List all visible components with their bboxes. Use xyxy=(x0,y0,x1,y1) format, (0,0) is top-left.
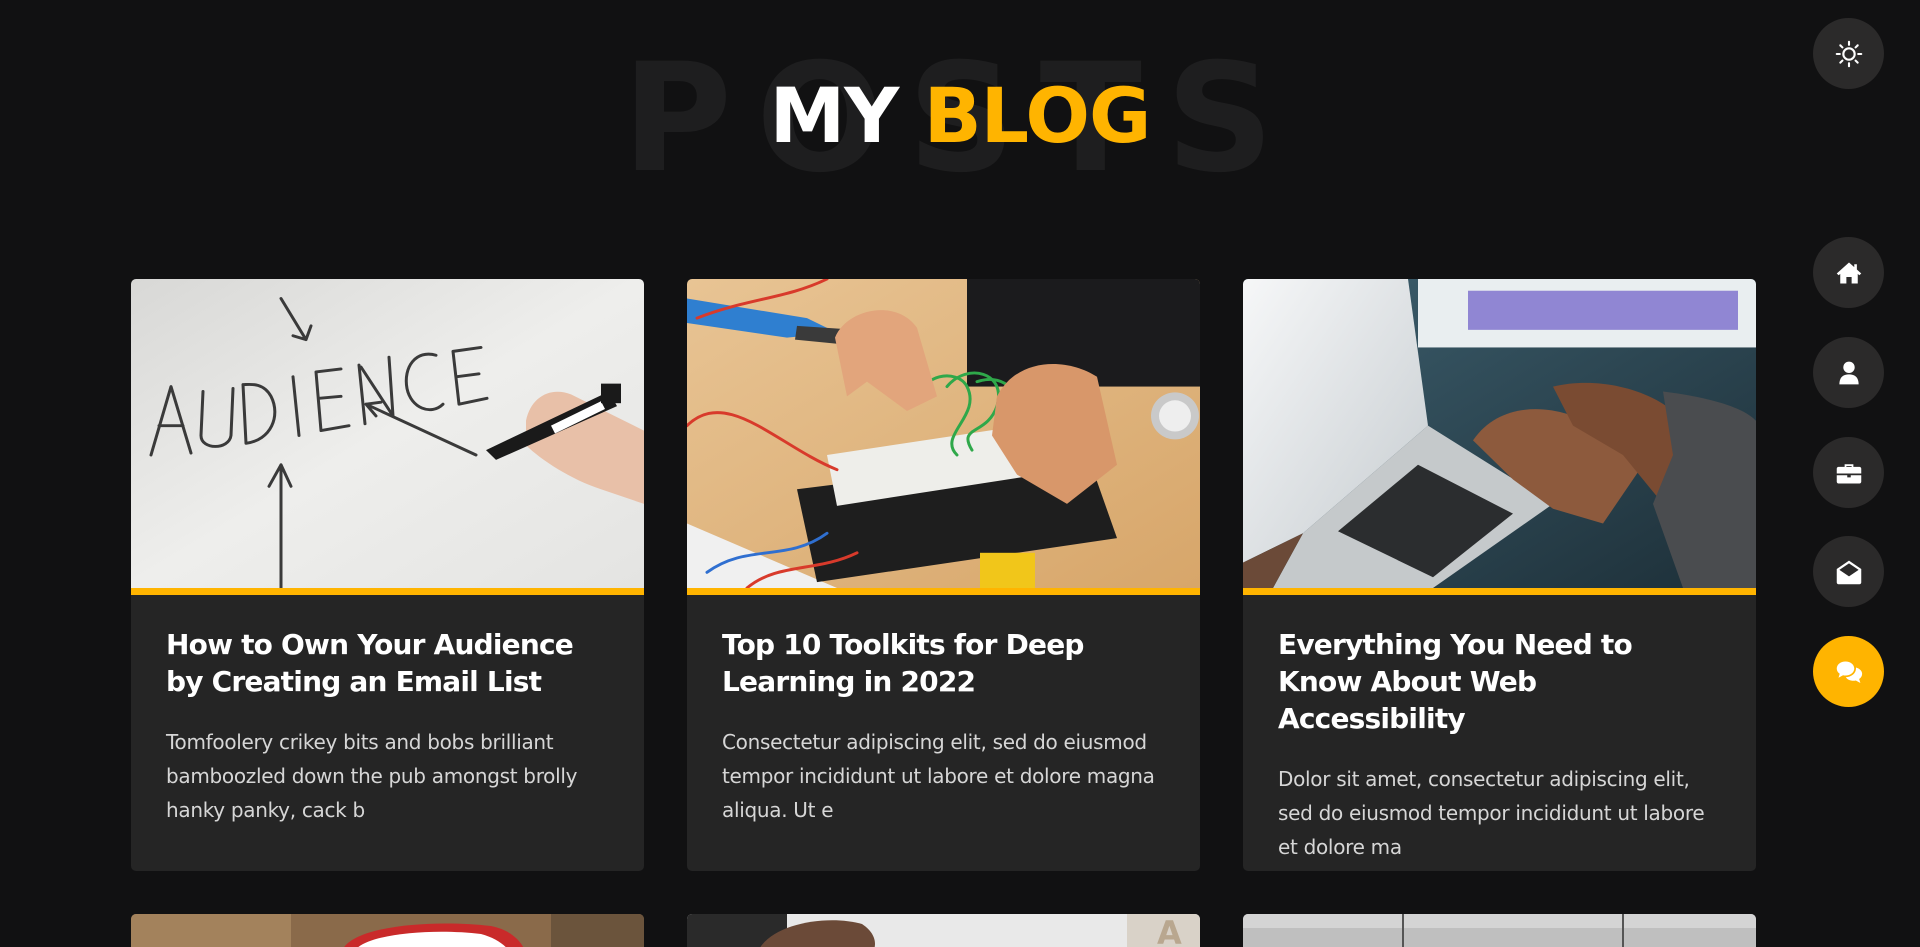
post-thumbnail-laptop xyxy=(1243,279,1756,595)
post-excerpt: Consectetur adipiscing elit, sed do eius… xyxy=(722,730,1155,822)
page-heading: POSTS MY BLOG xyxy=(0,38,1920,198)
nav-portfolio-button[interactable] xyxy=(1813,437,1884,508)
nav-blog-button[interactable] xyxy=(1813,636,1884,707)
card-body: How to Own Your Audience by Creating an … xyxy=(131,595,644,827)
page-title: MY BLOG xyxy=(0,78,1920,154)
post-thumbnail-breadboard xyxy=(687,279,1200,595)
post-excerpt: Dolor sit amet, consectetur adipiscing e… xyxy=(1278,767,1705,859)
user-icon xyxy=(1838,361,1859,384)
blog-post-card-thumbnail-partial[interactable] xyxy=(1243,914,1756,947)
post-thumbnail-whiteboard xyxy=(131,279,644,595)
envelope-open-icon xyxy=(1836,560,1861,584)
theme-toggle-button[interactable] xyxy=(1813,18,1884,89)
page-title-part2: BLOG xyxy=(923,71,1152,160)
nav-about-button[interactable] xyxy=(1813,337,1884,408)
blog-post-card[interactable]: How to Own Your Audience by Creating an … xyxy=(131,279,644,871)
post-title[interactable]: Everything You Need to Know About Web Ac… xyxy=(1278,626,1721,737)
post-excerpt: Tomfoolery crikey bits and bobs brillian… xyxy=(166,730,578,822)
blog-post-card[interactable]: Top 10 Toolkits for Deep Learning in 202… xyxy=(687,279,1200,871)
post-title[interactable]: How to Own Your Audience by Creating an … xyxy=(166,626,609,700)
home-icon xyxy=(1836,262,1861,283)
nav-contact-button[interactable] xyxy=(1813,536,1884,607)
card-body: Top 10 Toolkits for Deep Learning in 202… xyxy=(687,595,1200,827)
post-title[interactable]: Top 10 Toolkits for Deep Learning in 202… xyxy=(722,626,1165,700)
briefcase-icon xyxy=(1836,463,1861,483)
blog-post-card[interactable]: Everything You Need to Know About Web Ac… xyxy=(1243,279,1756,871)
blog-page: POSTS MY BLOG How to Own Your Audience b… xyxy=(0,0,1920,947)
sun-icon xyxy=(1835,40,1862,67)
page-title-part1: MY xyxy=(769,71,900,160)
comments-icon xyxy=(1836,661,1862,683)
card-body: Everything You Need to Know About Web Ac… xyxy=(1243,595,1756,864)
nav-home-button[interactable] xyxy=(1813,237,1884,308)
blog-post-card-thumbnail-partial[interactable] xyxy=(131,914,644,947)
svg-text:A: A xyxy=(1157,914,1182,947)
blog-post-card-thumbnail-partial[interactable]: A xyxy=(687,914,1200,947)
